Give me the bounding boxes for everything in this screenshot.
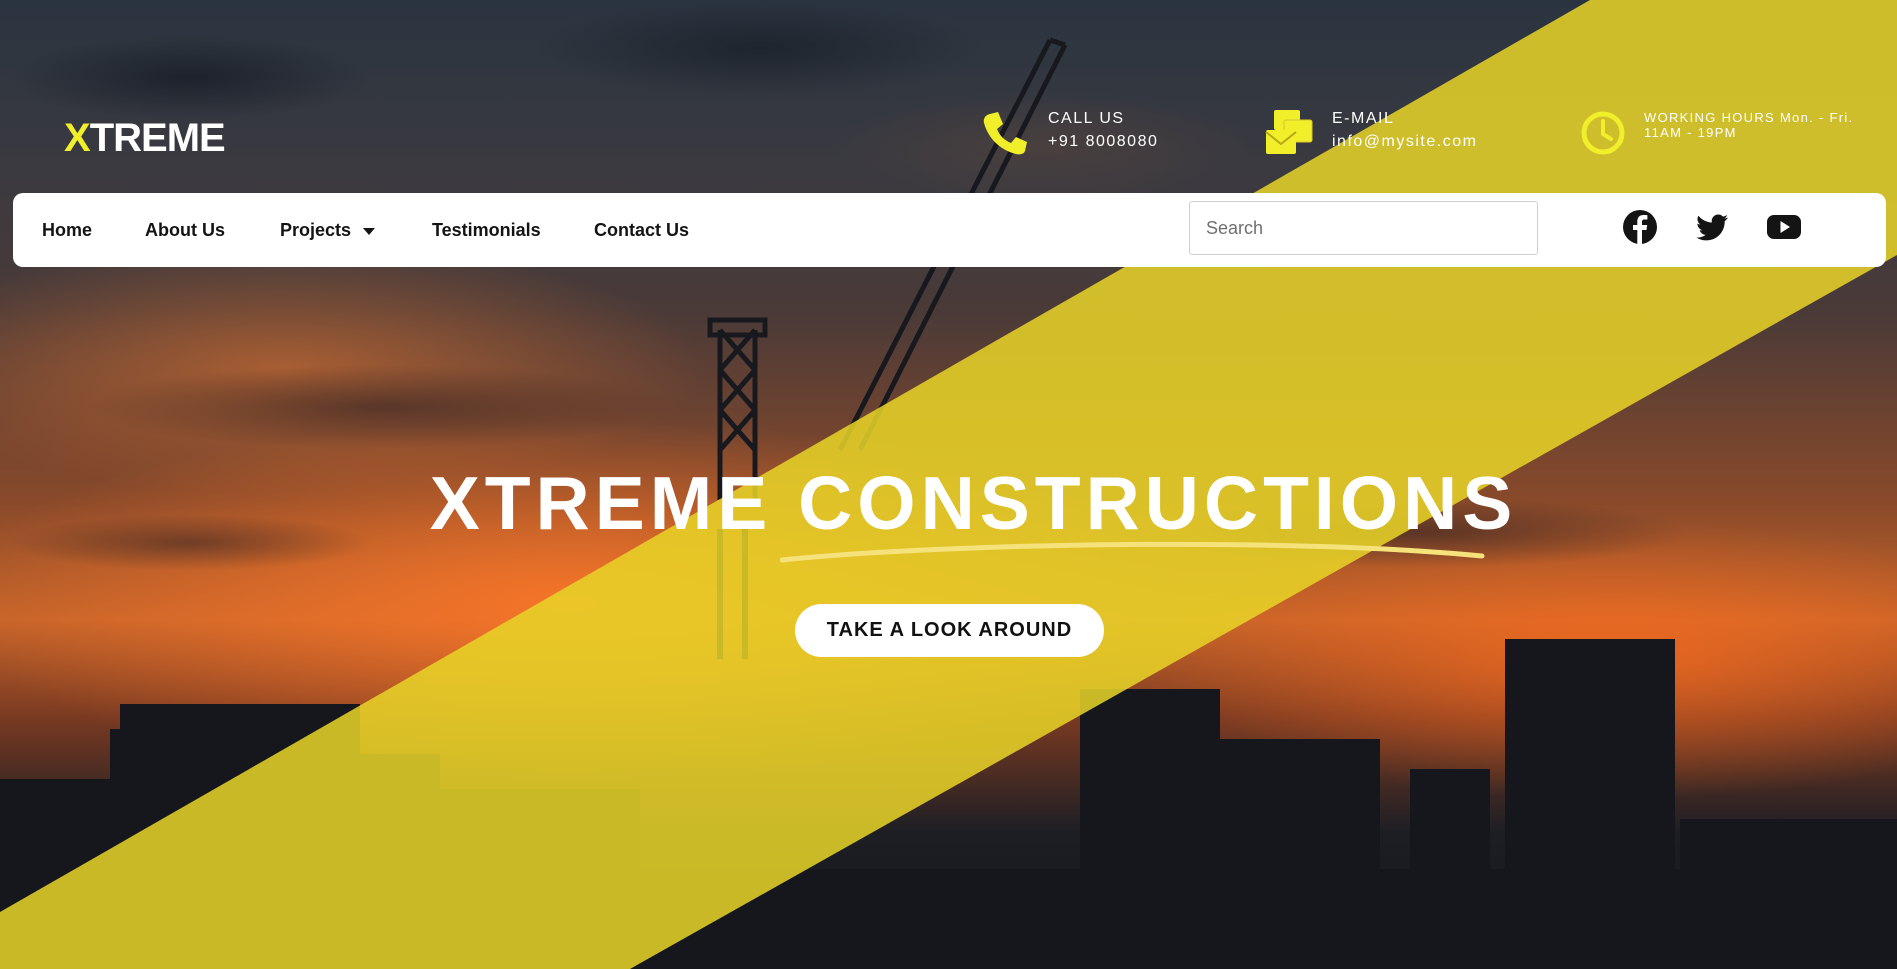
clock-icon	[1581, 111, 1625, 155]
search-input[interactable]	[1189, 201, 1538, 255]
nav-item-projects[interactable]: Projects	[280, 193, 376, 267]
phone-icon	[983, 112, 1027, 155]
nav-item-contact-us[interactable]: Contact Us	[594, 193, 689, 267]
email-block: E-MAIL info@mysite.com	[1264, 108, 1477, 158]
nav-item-label: Testimonials	[432, 219, 541, 240]
hero-title: XTREME CONSTRUCTIONS	[0, 460, 1897, 546]
envelope-icon	[1265, 110, 1313, 154]
twitter-icon[interactable]	[1694, 209, 1730, 245]
nav-item-label: Contact Us	[594, 219, 690, 240]
chevron-down-icon[interactable]	[363, 227, 376, 235]
nav-item-label: Projects	[280, 219, 352, 240]
working-hours-text: WORKING HOURS Mon. - Fri. 11AM - 19PM	[1644, 110, 1854, 140]
hero-title-part1: XTREME	[429, 461, 799, 545]
logo-text: TREME	[89, 116, 226, 160]
hero-title-part2: CONSTRUCTIONS	[798, 461, 1518, 545]
nav-item-testimonials[interactable]: Testimonials	[432, 193, 541, 267]
nav-item-about-us[interactable]: About Us	[145, 193, 225, 267]
main-navbar: Home About Us Projects Testimonials Cont…	[13, 193, 1886, 267]
nav-item-home[interactable]: Home	[42, 193, 92, 267]
call-us-block: CALL US +91 8008080	[980, 108, 1158, 158]
logo[interactable]: XTREME	[64, 116, 226, 161]
email-address[interactable]: info@mysite.com	[1332, 130, 1477, 154]
facebook-icon[interactable]	[1622, 209, 1658, 245]
working-hours-block: WORKING HOURS Mon. - Fri. 11AM - 19PM	[1580, 110, 1854, 156]
email-label: E-MAIL	[1332, 110, 1395, 127]
title-underline-decoration	[780, 541, 1485, 563]
take-a-look-around-button[interactable]: TAKE A LOOK AROUND	[795, 604, 1104, 657]
nav-item-label: About Us	[145, 219, 225, 240]
call-us-label: CALL US	[1048, 110, 1125, 127]
phone-number[interactable]: +91 8008080	[1048, 130, 1158, 154]
nav-item-label: Home	[42, 219, 93, 240]
youtube-icon[interactable]	[1766, 209, 1802, 245]
